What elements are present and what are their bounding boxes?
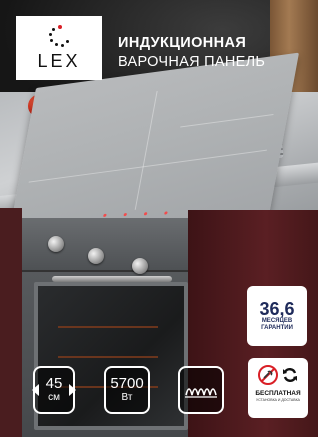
oven-rack — [58, 326, 158, 328]
power-spec-badge: 5700 Вт — [104, 366, 150, 414]
width-spec-badge: 45 см — [32, 366, 76, 414]
brand-name: LEX — [37, 50, 81, 71]
installation-badge: БЕСПЛАТНАЯ УСТАНОВКА И ДОСТАВКА — [248, 358, 308, 418]
hob-control-light — [143, 212, 148, 216]
product-banner: LEX ИНДУКЦИОННАЯ ВАРОЧНАЯ ПАНЕЛЬ 36,6 МЕ… — [0, 0, 318, 437]
warranty-badge: 36,6 МЕСЯЦЕВ ГАРАНТИИ — [247, 286, 307, 346]
oven-knob — [48, 236, 64, 252]
induction-coil-icon — [185, 388, 217, 398]
refresh-icon — [283, 368, 297, 382]
hob-control-light — [164, 211, 168, 215]
induction-type-badge — [178, 366, 224, 414]
headline-line-1: ИНДУКЦИОННАЯ — [118, 35, 247, 51]
brand-logo-icon — [48, 24, 70, 47]
hob-zone-line — [28, 149, 267, 183]
hob-zone-line — [134, 90, 158, 210]
oven-control-panel — [22, 218, 188, 274]
warranty-label-2: ГАРАНТИИ — [261, 325, 293, 331]
headline-line-2: ВАРОЧНАЯ ПАНЕЛЬ — [118, 54, 266, 70]
width-unit: см — [48, 391, 60, 403]
warranty-value: 36,6 — [259, 299, 295, 320]
installation-subtitle: УСТАНОВКА И ДОСТАВКА — [256, 398, 300, 402]
oven-knob — [88, 248, 104, 264]
installation-title: БЕСПЛАТНАЯ — [255, 390, 301, 397]
brand-logo: LEX — [16, 16, 102, 80]
power-value: 5700 — [110, 375, 144, 393]
hob-zone-line — [180, 114, 274, 128]
arrow-right-icon — [69, 384, 76, 396]
headline: ИНДУКЦИОННАЯ ВАРОЧНАЯ ПАНЕЛЬ — [118, 35, 308, 70]
no-tools-icon — [258, 365, 278, 385]
cabinet-left — [0, 208, 22, 437]
width-value: 45 — [45, 375, 63, 393]
hob-control-light — [123, 212, 128, 217]
power-unit: Вт — [121, 391, 133, 403]
oven-rack — [58, 356, 158, 358]
arrow-left-icon — [32, 384, 39, 396]
warranty-label-1: МЕСЯЦЕВ — [261, 318, 293, 325]
oven-knob — [132, 258, 148, 274]
hob-control-light — [103, 213, 107, 218]
